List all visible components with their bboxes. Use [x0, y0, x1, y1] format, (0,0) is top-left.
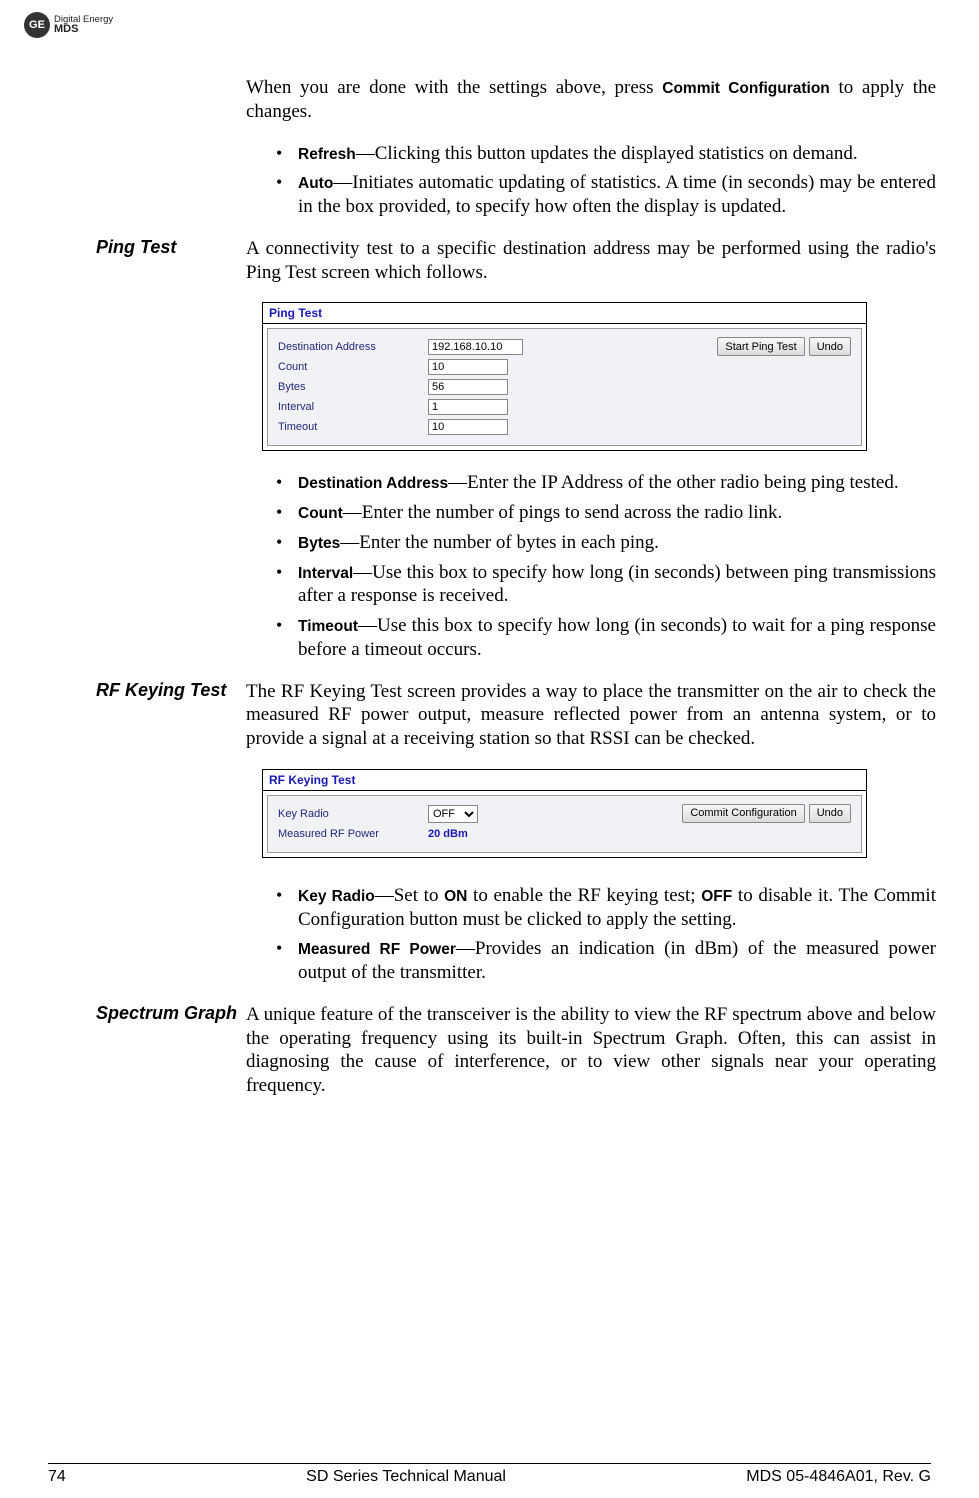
brand-logo: GE Digital Energy MDS [24, 12, 113, 38]
dest-address-label: Destination Address [278, 341, 428, 353]
undo-button[interactable]: Undo [809, 804, 851, 823]
list-item: Timeout—Use this box to specify how long… [276, 614, 936, 662]
spectrum-intro: A unique feature of the transceiver is t… [246, 1003, 936, 1098]
list-item: Measured RF Power—Provides an indication… [276, 937, 936, 985]
rf-keying-panel: RF Keying Test Commit Configuration Undo… [262, 769, 867, 858]
key-radio-label: Key Radio [278, 808, 428, 820]
list-item: Bytes—Enter the number of bytes in each … [276, 531, 936, 555]
commit-configuration-button[interactable]: Commit Configuration [682, 804, 804, 823]
list-item: Count—Enter the number of pings to send … [276, 501, 936, 525]
intro-paragraph: When you are done with the settings abov… [246, 76, 936, 124]
page-number: 74 [48, 1468, 66, 1486]
dest-address-input[interactable] [428, 339, 523, 355]
ping-test-heading: Ping Test [96, 237, 176, 258]
ping-param-list: Destination Address—Enter the IP Address… [276, 471, 936, 661]
count-input[interactable] [428, 359, 508, 375]
bytes-label: Bytes [278, 381, 428, 393]
list-item: Interval—Use this box to specify how lon… [276, 561, 936, 609]
spectrum-graph-heading: Spectrum Graph [96, 1003, 237, 1024]
footer-title: SD Series Technical Manual [306, 1468, 506, 1486]
ge-monogram-icon: GE [24, 12, 50, 38]
timeout-input[interactable] [428, 419, 508, 435]
param-list-stats: Refresh—Clicking this button updates the… [276, 142, 936, 219]
interval-input[interactable] [428, 399, 508, 415]
ping-test-panel: Ping Test Start Ping Test Undo Destinati… [262, 302, 867, 451]
list-item: Key Radio—Set to ON to enable the RF key… [276, 884, 936, 932]
list-item: Destination Address—Enter the IP Address… [276, 471, 936, 495]
rf-keying-heading: RF Keying Test [96, 680, 226, 701]
footer-doc-id: MDS 05-4846A01, Rev. G [746, 1468, 931, 1486]
bytes-input[interactable] [428, 379, 508, 395]
list-item: Refresh—Clicking this button updates the… [276, 142, 936, 166]
key-radio-select[interactable]: OFF [428, 805, 478, 823]
start-ping-test-button[interactable]: Start Ping Test [717, 337, 804, 356]
count-label: Count [278, 361, 428, 373]
undo-button[interactable]: Undo [809, 337, 851, 356]
timeout-label: Timeout [278, 421, 428, 433]
interval-label: Interval [278, 401, 428, 413]
list-item: Auto—Initiates automatic updating of sta… [276, 171, 936, 219]
panel-title: Ping Test [263, 303, 866, 324]
brand-text: Digital Energy MDS [54, 15, 113, 36]
measured-rf-power-value: 20 dBm [428, 828, 468, 840]
ping-intro: A connectivity test to a specific destin… [246, 237, 936, 285]
rfkey-intro: The RF Keying Test screen provides a way… [246, 680, 936, 751]
rfkey-param-list: Key Radio—Set to ON to enable the RF key… [276, 884, 936, 985]
page-footer: 74 SD Series Technical Manual MDS 05-484… [48, 1463, 931, 1486]
measured-rf-power-label: Measured RF Power [278, 828, 428, 840]
panel-title: RF Keying Test [263, 770, 866, 791]
